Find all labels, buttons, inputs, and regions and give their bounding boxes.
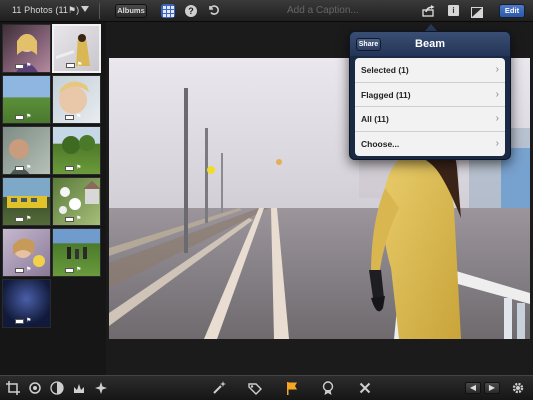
thumbnail-yellow-train[interactable]: ⚑ <box>2 177 51 226</box>
chevron-right-icon: › <box>495 113 499 124</box>
color-icon[interactable] <box>72 381 86 395</box>
option-label: Choose... <box>361 138 400 149</box>
flag-icon[interactable] <box>285 381 299 395</box>
top-toolbar: 11 Photos (11⚑) Albums ? Add a Caption..… <box>0 0 533 22</box>
grid-icon[interactable] <box>161 4 175 18</box>
photos-count-button[interactable]: 11 Photos (11⚑) <box>12 5 79 16</box>
flag-icon: ⚑ <box>77 62 83 68</box>
selected-badge-icon <box>15 319 24 324</box>
thumbnail-night-crowd[interactable]: ⚑ <box>2 279 51 328</box>
flag-icon: ⚑ <box>76 267 82 273</box>
exposure-icon[interactable] <box>50 381 64 395</box>
option-label: Selected (1) <box>361 65 409 75</box>
beam-option-all[interactable]: All (11) › <box>355 107 505 132</box>
selected-badge-icon <box>66 63 75 68</box>
selected-badge-icon <box>15 115 24 120</box>
beam-options-list: Selected (1) › Flagged (11) › All (11) ›… <box>355 58 505 156</box>
caption-field[interactable]: Add a Caption... <box>287 5 359 16</box>
share-button[interactable]: Share <box>356 38 381 51</box>
thumbnail-white-flowers-house[interactable]: ⚑ <box>52 177 101 226</box>
previous-photo-button[interactable]: ◀ <box>465 382 481 394</box>
badge-icon[interactable] <box>321 381 335 395</box>
flag-icon: ⚑ <box>26 165 32 171</box>
info-icon[interactable]: i <box>448 5 459 16</box>
flag-icon: ⚑ <box>76 114 82 120</box>
chevron-right-icon: › <box>495 64 499 75</box>
selected-badge-icon <box>65 166 74 171</box>
thumbnail-grid: ⚑ ⚑ ⚑ ⚑ ⚑ ⚑ ⚑ ⚑ ⚑ ⚑ ⚑ <box>0 22 106 375</box>
toolbar-divider <box>99 3 100 19</box>
delete-icon[interactable] <box>358 381 372 395</box>
flag-icon: ⚑ <box>26 114 32 120</box>
thumbnail-child-portrait[interactable]: ⚑ <box>52 75 101 124</box>
thumbnail-people-on-hill[interactable]: ⚑ <box>52 228 101 277</box>
albums-button[interactable]: Albums <box>115 4 147 18</box>
option-label: All (11) <box>361 114 389 124</box>
beam-option-choose[interactable]: Choose... › <box>355 132 505 157</box>
wand-icon[interactable] <box>212 381 226 395</box>
flag-icon: ⚑ <box>26 63 32 69</box>
selected-badge-icon <box>65 268 74 273</box>
caret-down-icon[interactable] <box>81 6 89 12</box>
tag-icon[interactable] <box>248 381 262 395</box>
selected-badge-icon <box>65 217 74 222</box>
thumbnail-profile-portrait[interactable]: ⚑ <box>2 126 51 175</box>
chevron-right-icon: › <box>495 137 499 149</box>
thumbnail-field-landscape[interactable]: ⚑ <box>2 75 51 124</box>
compare-icon[interactable] <box>471 5 483 18</box>
flag-icon: ⚑ <box>26 267 32 273</box>
beam-popover: Beam Share Selected (1) › Flagged (11) ›… <box>349 31 511 160</box>
undo-icon[interactable] <box>207 3 219 18</box>
next-photo-button[interactable]: ▶ <box>484 382 500 394</box>
selected-badge-icon <box>15 64 24 69</box>
beam-option-flagged[interactable]: Flagged (11) › <box>355 83 505 107</box>
effects-icon[interactable] <box>94 381 108 395</box>
flag-icon: ⚑ <box>76 216 82 222</box>
selected-badge-icon <box>65 115 74 120</box>
beam-option-selected[interactable]: Selected (1) › <box>355 58 505 83</box>
selected-badge-icon <box>15 268 24 273</box>
thumbnail-trees-meadow[interactable]: ⚑ <box>52 126 101 175</box>
gear-icon[interactable] <box>511 381 525 395</box>
share-icon[interactable] <box>422 4 436 17</box>
bottom-toolbar: ◀ ▶ <box>0 375 533 400</box>
rotate-icon[interactable] <box>28 381 42 395</box>
popover-header: Beam Share <box>350 32 510 56</box>
chevron-right-icon: › <box>495 88 499 100</box>
help-icon[interactable]: ? <box>185 5 197 17</box>
selected-badge-icon <box>15 166 24 171</box>
flag-icon: ⚑ <box>26 216 32 222</box>
flag-icon: ⚑ <box>76 165 82 171</box>
crop-icon[interactable] <box>6 381 20 395</box>
thumbnail-girl-with-flowers[interactable]: ⚑ <box>2 228 51 277</box>
selected-badge-icon <box>15 217 24 222</box>
thumbnail-girl-on-railing[interactable]: ⚑ <box>52 24 101 73</box>
thumbnail-girl-smiling[interactable]: ⚑ <box>2 24 51 73</box>
flag-icon: ⚑ <box>26 318 32 324</box>
option-label: Flagged (11) <box>361 89 411 100</box>
edit-button[interactable]: Edit <box>499 4 525 18</box>
